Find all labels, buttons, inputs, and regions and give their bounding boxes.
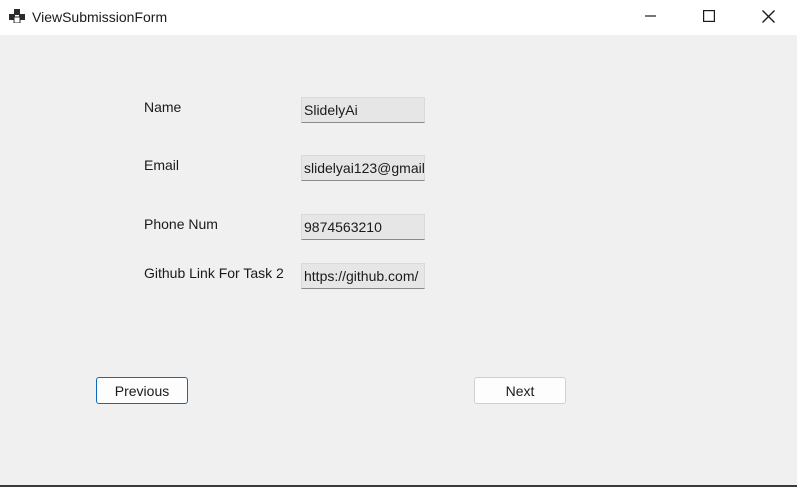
maximize-icon <box>703 10 715 22</box>
next-button[interactable]: Next <box>474 377 566 404</box>
close-button[interactable] <box>745 0 791 32</box>
name-field-box <box>301 97 425 123</box>
minimize-icon <box>645 15 656 17</box>
email-field-box <box>301 155 425 181</box>
maximize-button[interactable] <box>686 0 732 32</box>
email-label: Email <box>144 157 180 173</box>
phone-field-box <box>301 214 425 240</box>
email-field[interactable] <box>302 156 424 180</box>
window-title: ViewSubmissionForm <box>32 9 168 25</box>
phone-field[interactable] <box>302 215 424 239</box>
close-icon <box>761 9 775 23</box>
app-icon <box>9 9 25 23</box>
previous-button[interactable]: Previous <box>96 377 188 404</box>
name-field[interactable] <box>302 98 424 122</box>
title-bar[interactable]: ViewSubmissionForm <box>0 0 797 35</box>
github-link-field[interactable] <box>302 264 424 288</box>
github-link-label: Github Link For Task 2 <box>144 265 284 281</box>
minimize-button[interactable] <box>628 0 674 32</box>
github-link-field-box <box>301 263 425 289</box>
view-submission-window: ViewSubmissionForm Name Email Phone Num <box>0 0 797 487</box>
phone-label: Phone Num <box>144 216 218 232</box>
name-label: Name <box>144 99 182 115</box>
